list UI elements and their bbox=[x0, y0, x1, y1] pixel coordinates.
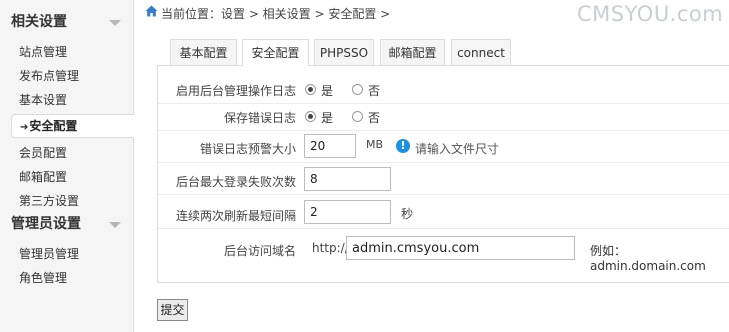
url-prefix: http:// bbox=[312, 241, 349, 255]
field-label: 后台访问域名 bbox=[223, 244, 296, 258]
sidebar-item-publish-point[interactable]: 发布点管理 bbox=[19, 65, 79, 87]
form-row-max-login-fail: 后台最大登录失败次数 bbox=[158, 163, 729, 195]
home-icon[interactable] bbox=[145, 4, 158, 22]
field-label: 连续两次刷新最短间隔 bbox=[175, 209, 296, 223]
arrow-right-icon: ➔ bbox=[20, 122, 29, 133]
tab-phpsso[interactable]: PHPSSO bbox=[314, 39, 374, 66]
tab-security-config[interactable]: 安全配置 bbox=[242, 39, 309, 66]
domain-example: 例如：admin.domain.com bbox=[590, 244, 706, 273]
sidebar-item-basic-settings[interactable]: 基本设置 bbox=[19, 89, 67, 111]
form-row-refresh-interval: 连续两次刷新最短间隔 秒 bbox=[158, 195, 729, 229]
sidebar-item-third-party[interactable]: 第三方设置 bbox=[19, 190, 79, 212]
form-row-error-log-size: 错误日志预警大小 MB ! 请输入文件尺寸 bbox=[158, 131, 729, 163]
sidebar-item-label: 安全配置 bbox=[29, 119, 78, 133]
size-hint: 请输入文件尺寸 bbox=[415, 142, 500, 156]
submit-button[interactable]: 提交 bbox=[157, 299, 188, 321]
sidebar-item-security[interactable]: ➔安全配置 bbox=[11, 114, 134, 138]
unit-seconds: 秒 bbox=[401, 207, 414, 221]
tab-basic-config[interactable]: 基本配置 bbox=[170, 39, 237, 66]
field-label: 错误日志预警大小 bbox=[199, 142, 296, 156]
radio-label-no: 否 bbox=[368, 111, 381, 125]
chevron-down-icon[interactable] bbox=[109, 20, 121, 26]
tab-connect[interactable]: connect bbox=[451, 39, 511, 66]
radio-error-log-no[interactable] bbox=[352, 111, 363, 122]
sidebar-section-title-settings[interactable]: 相关设置 bbox=[11, 11, 67, 33]
sidebar-section-title-admin[interactable]: 管理员设置 bbox=[11, 213, 81, 235]
unit-mb: MB bbox=[366, 138, 384, 151]
watermark-logo: CMSYOU.com bbox=[577, 2, 724, 26]
radio-error-log-yes[interactable] bbox=[305, 111, 316, 122]
max-login-fail-input[interactable] bbox=[304, 167, 391, 191]
radio-label-yes: 是 bbox=[321, 111, 334, 125]
sidebar-item-site-management[interactable]: 站点管理 bbox=[19, 41, 67, 63]
radio-admin-log-yes[interactable] bbox=[305, 84, 316, 95]
chevron-down-icon[interactable] bbox=[109, 222, 121, 228]
field-label: 启用后台管理操作日志 bbox=[175, 84, 296, 98]
breadcrumb: 当前位置：设置 > 相关设置 > 安全配置 > bbox=[145, 5, 390, 23]
info-icon: ! bbox=[396, 139, 410, 153]
sidebar-item-mail-config[interactable]: 邮箱配置 bbox=[19, 166, 67, 188]
field-label: 保存错误日志 bbox=[223, 111, 296, 125]
form-row-admin-domain: 后台访问域名 http:// 例如：admin.domain.com bbox=[158, 229, 729, 273]
sidebar: 相关设置 站点管理 发布点管理 基本设置 ➔安全配置 会员配置 邮箱配置 第三方… bbox=[0, 0, 134, 332]
breadcrumb-text: 当前位置：设置 > 相关设置 > 安全配置 > bbox=[161, 7, 391, 21]
admin-domain-input[interactable] bbox=[346, 236, 575, 260]
sidebar-item-member-config[interactable]: 会员配置 bbox=[19, 142, 67, 164]
radio-label-no: 否 bbox=[368, 84, 381, 98]
form-row-error-log: 保存错误日志 是 否 bbox=[158, 104, 729, 131]
sidebar-item-role-management[interactable]: 角色管理 bbox=[19, 267, 67, 289]
sidebar-item-admin-management[interactable]: 管理员管理 bbox=[19, 243, 79, 265]
error-log-size-input[interactable] bbox=[304, 134, 356, 158]
refresh-interval-input[interactable] bbox=[304, 200, 391, 224]
field-label: 后台最大登录失败次数 bbox=[175, 175, 296, 189]
form-row-admin-log: 启用后台管理操作日志 是 否 bbox=[158, 77, 729, 104]
radio-admin-log-no[interactable] bbox=[352, 84, 363, 95]
radio-label-yes: 是 bbox=[321, 84, 334, 98]
tab-mail-config[interactable]: 邮箱配置 bbox=[380, 39, 445, 66]
